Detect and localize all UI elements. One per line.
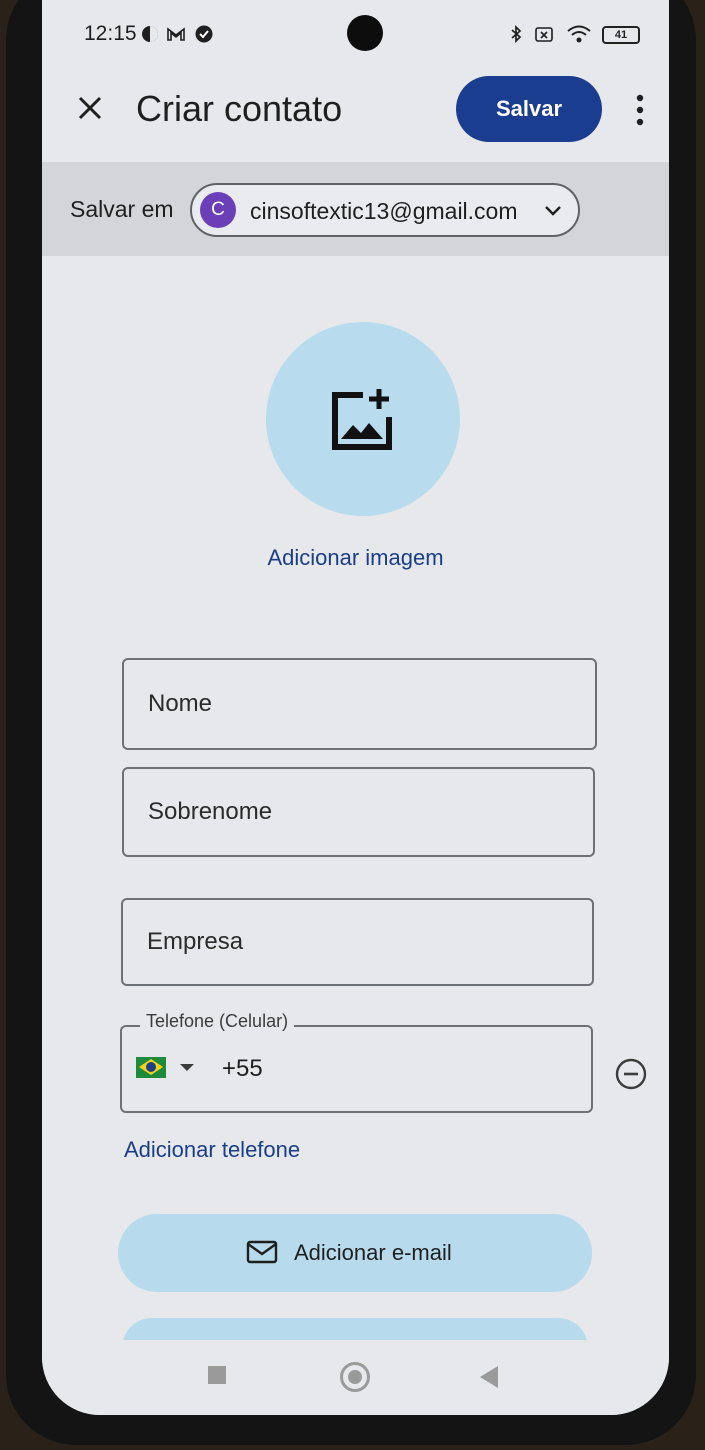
- verified-icon: [195, 25, 213, 43]
- phone-frame: 12:15 41 Criar contato Salvar Salvar em …: [6, 0, 696, 1445]
- first-name-input[interactable]: [124, 660, 595, 748]
- add-phone-link[interactable]: Adicionar telefone: [124, 1137, 300, 1163]
- mail-icon: [246, 1240, 278, 1264]
- more-options-icon[interactable]: [628, 90, 652, 130]
- screen: 12:15 41 Criar contato Salvar Salvar em …: [42, 0, 669, 1415]
- home-button[interactable]: [340, 1362, 370, 1392]
- gmail-icon: [167, 27, 185, 41]
- brazil-flag-icon[interactable]: [136, 1057, 166, 1078]
- avatar: C: [200, 192, 236, 228]
- save-button[interactable]: Salvar: [456, 76, 602, 142]
- page-title: Criar contato: [136, 88, 343, 129]
- chevron-down-icon: [545, 206, 561, 216]
- app-header: Criar contato Salvar: [42, 70, 669, 162]
- wifi-icon: [567, 25, 591, 43]
- company-input[interactable]: [123, 900, 592, 984]
- add-email-button[interactable]: Adicionar e-mail: [118, 1214, 592, 1292]
- account-email: cinsoftextic13@gmail.com: [250, 198, 518, 224]
- data-saver-icon: [142, 26, 158, 42]
- phone-input[interactable]: [222, 1027, 582, 1111]
- company-field: [121, 898, 594, 986]
- remove-phone-icon[interactable]: [614, 1057, 648, 1091]
- last-name-input[interactable]: [124, 769, 593, 855]
- bluetooth-icon: [511, 24, 522, 44]
- status-bar: 12:15 41: [42, 0, 669, 70]
- save-in-bar: Salvar em C cinsoftextic13@gmail.com: [42, 162, 669, 256]
- first-name-field: [122, 658, 597, 750]
- phone-field: Telefone (Celular): [120, 1011, 593, 1113]
- add-photo-icon: [332, 389, 392, 450]
- add-image-link[interactable]: Adicionar imagem: [42, 545, 669, 571]
- add-photo-button[interactable]: [266, 322, 460, 516]
- front-camera: [347, 15, 383, 51]
- back-button[interactable]: [480, 1366, 498, 1388]
- save-in-label: Salvar em: [70, 196, 174, 222]
- status-time: 12:15: [84, 22, 137, 45]
- recents-button[interactable]: [208, 1366, 226, 1384]
- country-dropdown-icon[interactable]: [180, 1064, 194, 1071]
- add-email-label: Adicionar e-mail: [294, 1240, 452, 1265]
- last-name-field: [122, 767, 595, 857]
- battery-icon: 41: [602, 26, 640, 44]
- no-sim-icon: [535, 27, 553, 42]
- close-icon[interactable]: [72, 90, 108, 126]
- account-selector[interactable]: C cinsoftextic13@gmail.com: [190, 183, 580, 237]
- system-nav-bar: [42, 1340, 669, 1415]
